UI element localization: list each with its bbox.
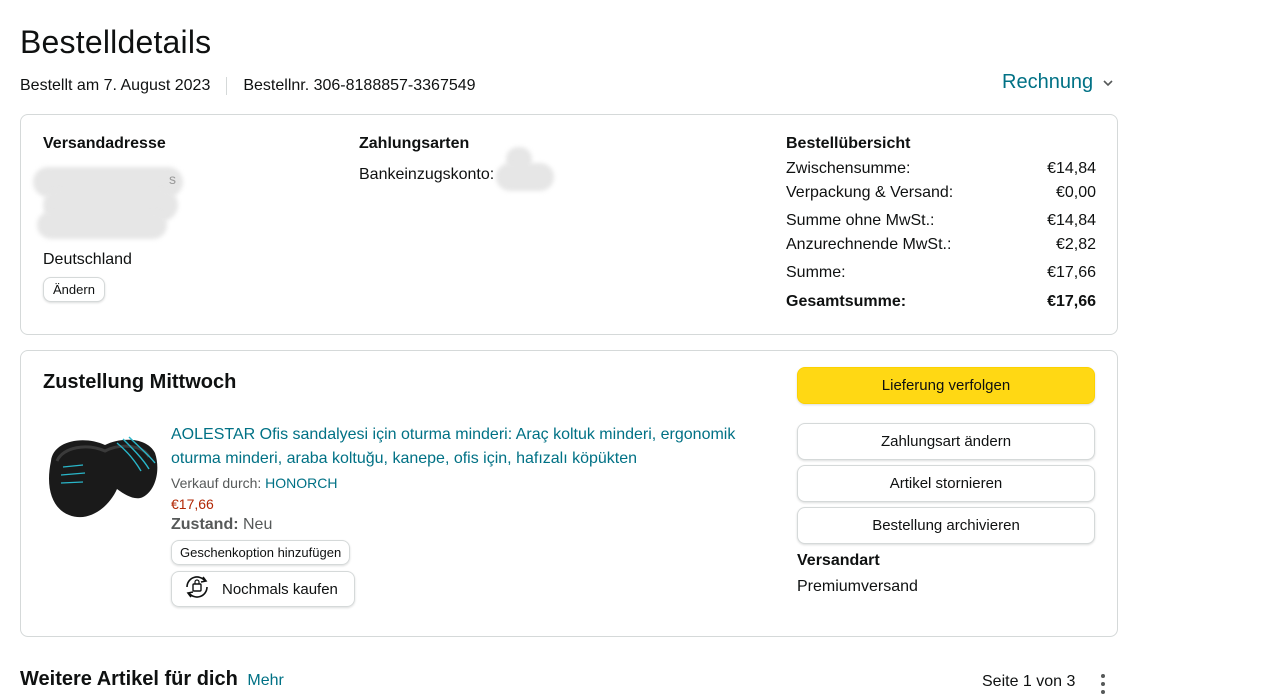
order-date: Bestellt am 7. August 2023 <box>20 77 211 94</box>
shipping-cost-value: €0,00 <box>1055 184 1096 201</box>
sum-row: Summe: €17,66 <box>786 261 1096 285</box>
grand-total-row: Gesamtsumme: €17,66 <box>786 290 1096 314</box>
shipping-cost-row: Verpackung & Versand: €0,00 <box>786 181 1096 205</box>
subtotal-row: Zwischensumme: €14,84 <box>786 157 1096 181</box>
grand-total-label: Gesamtsumme: <box>786 293 907 310</box>
delivery-title: Zustellung Mittwoch <box>43 371 237 393</box>
sum-value: €17,66 <box>1047 264 1096 281</box>
change-address-button[interactable]: Ändern <box>43 277 105 302</box>
net-total-value: €14,84 <box>1047 212 1096 229</box>
seller-link[interactable]: HONORCH <box>265 475 337 491</box>
sold-by-label: Verkauf durch: <box>171 475 262 491</box>
order-actions: Lieferung verfolgen Zahlungsart ändern A… <box>797 367 1095 596</box>
pagination-label: Seite 1 von 3 <box>982 673 1076 690</box>
invoice-dropdown[interactable]: Rechnung <box>1002 71 1113 94</box>
cancel-item-button[interactable]: Artikel stornieren <box>797 465 1095 502</box>
change-payment-button[interactable]: Zahlungsart ändern <box>797 423 1095 460</box>
payment-method: Bankeinzugskonto: <box>359 147 659 191</box>
shipping-method-value: Premiumversand <box>797 578 918 595</box>
invoice-label: Rechnung <box>1002 71 1094 93</box>
more-options-icon[interactable] <box>1096 674 1110 697</box>
order-meta: Bestellt am 7. August 2023 Bestellnr. 30… <box>20 77 476 95</box>
shipping-address: Versandadresse s Deutschland Ändern <box>33 135 303 302</box>
overview-title: Bestellübersicht <box>786 135 911 152</box>
track-delivery-button[interactable]: Lieferung verfolgen <box>797 367 1095 404</box>
product-price: €17,66 <box>171 496 214 512</box>
buy-again-button[interactable]: Nochmals kaufen <box>171 571 355 607</box>
delivery-card: Zustellung Mittwoch AOLESTAR Ofis sandal… <box>20 350 1118 637</box>
shipping-address-title: Versandadresse <box>43 135 166 152</box>
payment-method-label: Bankeinzugskonto: <box>359 166 495 183</box>
product-title-link[interactable]: AOLESTAR Ofis sandalyesi için oturma min… <box>171 423 771 471</box>
payment-redacted <box>496 147 555 191</box>
shipping-method-title: Versandart <box>797 552 880 569</box>
sum-label: Summe: <box>786 264 846 281</box>
vat-row: Anzurechnende MwSt.: €2,82 <box>786 233 1096 257</box>
address-country: Deutschland <box>43 251 132 268</box>
add-gift-option-button[interactable]: Geschenkoption hinzufügen <box>171 540 351 565</box>
order-number: Bestellnr. 306-8188857-3367549 <box>243 77 476 94</box>
net-total-row: Summe ohne MwSt.: €14,84 <box>786 209 1096 233</box>
order-summary-card: Versandadresse s Deutschland Ändern Zahl… <box>20 114 1118 335</box>
vat-value: €2,82 <box>1055 236 1096 253</box>
subtotal-value: €14,84 <box>1047 160 1096 177</box>
shipping-cost-label: Verpackung & Versand: <box>786 184 954 201</box>
seller-line: Verkauf durch: HONORCH <box>171 475 771 491</box>
page-title: Bestelldetails <box>20 24 212 60</box>
condition-label: Zustand: <box>171 516 239 533</box>
grand-total-value: €17,66 <box>1047 293 1096 310</box>
recommendations-title: Weitere Artikel für dich <box>20 668 238 690</box>
vat-label: Anzurechnende MwSt.: <box>786 236 952 253</box>
net-total-label: Summe ohne MwSt.: <box>786 212 935 229</box>
subtotal-label: Zwischensumme: <box>786 160 911 177</box>
product-condition: Zustand: Neu <box>171 516 771 534</box>
chevron-down-icon <box>1103 78 1113 90</box>
archive-order-button[interactable]: Bestellung archivieren <box>797 507 1095 544</box>
product-image[interactable] <box>43 431 161 525</box>
meta-divider <box>226 77 228 95</box>
order-overview: Bestellübersicht Zwischensumme: €14,84 V… <box>786 135 1096 314</box>
product-info: AOLESTAR Ofis sandalyesi için oturma min… <box>171 423 771 607</box>
buy-again-icon <box>182 574 212 604</box>
recommendations-heading: Weitere Artikel für dich Mehr <box>20 668 284 691</box>
condition-value: Neu <box>243 516 273 533</box>
payment-methods: Zahlungsarten Bankeinzugskonto: <box>359 135 659 191</box>
address-redacted: s <box>33 167 303 239</box>
more-link[interactable]: Mehr <box>247 672 283 689</box>
buy-again-label: Nochmals kaufen <box>222 580 338 598</box>
